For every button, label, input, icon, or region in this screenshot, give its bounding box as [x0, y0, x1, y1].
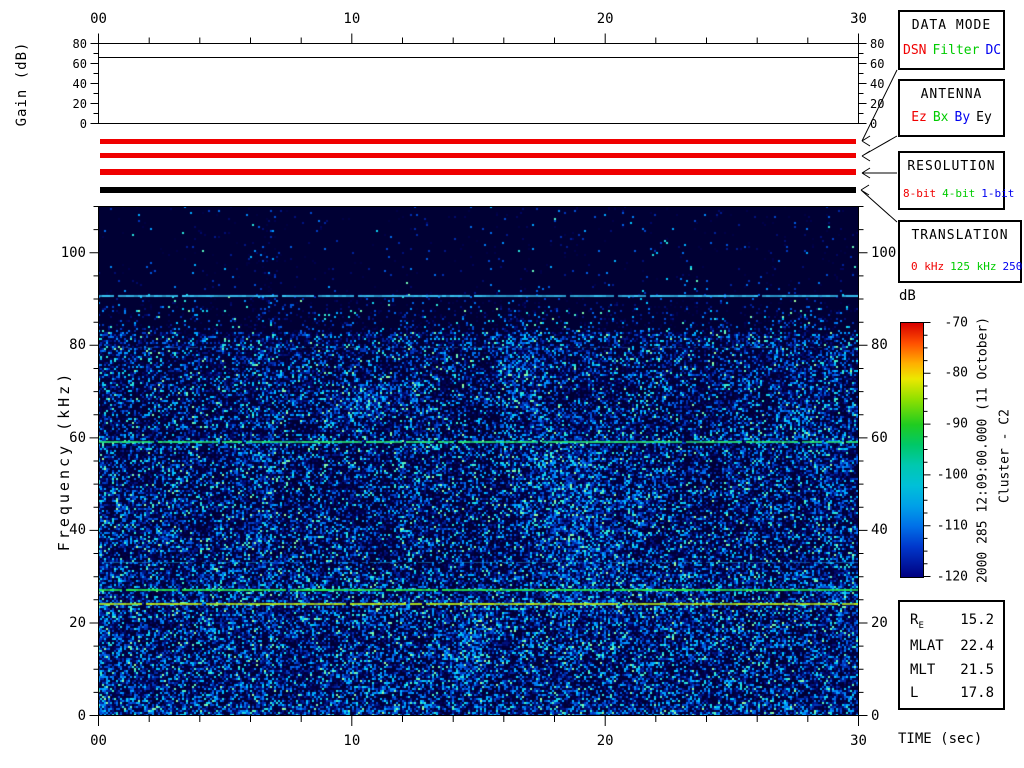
- freq-ytick-label-right: 40: [871, 522, 888, 539]
- colorbar-tick-label: -70: [944, 315, 968, 330]
- translation-status-bar: [100, 187, 856, 193]
- ephemeris-value: 17.8: [960, 685, 994, 702]
- ephemeris-row: MLAT 22.4: [900, 635, 1003, 659]
- colorbar-tick-label: -120: [936, 569, 968, 584]
- time-tick-label-bottom: 00: [90, 733, 107, 749]
- data-mode-status-bar: [100, 139, 856, 144]
- data-mode-panel: DATA MODE DSN Filter DC: [898, 10, 1005, 70]
- time-tick-label-bottom: 10: [343, 733, 361, 749]
- freq-ytick-label: 0: [77, 707, 86, 724]
- freq-ytick-label-right: 80: [871, 337, 888, 354]
- colorbar-tick-label: -100: [936, 467, 968, 483]
- panel-option: 0 kHz: [911, 260, 945, 274]
- spacecraft-label: Cluster - C2: [997, 409, 1013, 503]
- panel-option: Ez: [911, 110, 927, 126]
- panel-option: 4-bit: [942, 187, 976, 201]
- freq-ytick-label: 60: [69, 429, 86, 446]
- resolution-panel: RESOLUTION 8-bit 4-bit 1-bit: [898, 151, 1014, 210]
- antenna-panel: ANTENNA Ez Bx By Ey: [898, 79, 1005, 137]
- wbd-spectrogram-display: Gain (dB) Frequency (kHz) DATA MODE DSN F…: [0, 0, 1024, 768]
- ephemeris-box: RE 15.2 MLAT 22.4 MLT 21.5 L 17.8: [898, 600, 1005, 710]
- gain-ytick-label: 60: [72, 56, 87, 71]
- ephemeris-row: RE 15.2: [900, 609, 1003, 635]
- ephemeris-row: MLT 21.5: [900, 659, 1003, 683]
- resolution-options: 8-bit 4-bit 1-bit: [900, 187, 1014, 202]
- freq-ytick-label-right: 20: [871, 614, 888, 631]
- colorbar-unit-label: dB: [899, 288, 916, 304]
- ephemeris-label: MLT: [910, 661, 936, 678]
- panel-option: 125 kHz: [950, 260, 997, 274]
- time-tick-label-top: 30: [850, 11, 867, 27]
- freq-ytick-label-right: 0: [871, 707, 880, 724]
- antenna-status-bar: [100, 153, 856, 158]
- time-tick-label-top: 00: [90, 11, 107, 27]
- ephemeris-row: L 17.8: [900, 682, 1003, 706]
- freq-ytick-label: 20: [69, 614, 86, 631]
- panel-option: Bx: [932, 110, 949, 126]
- gain-ytick-label-right: 20: [870, 96, 885, 111]
- gain-ytick-label: 0: [79, 116, 87, 131]
- ephemeris-value: 22.4: [960, 638, 994, 655]
- gain-ytick-label: 80: [72, 36, 87, 51]
- freq-ytick-label: 40: [69, 522, 86, 539]
- colorbar-tick-label: -110: [936, 518, 968, 534]
- ephemeris-label: L: [910, 685, 919, 702]
- antenna-panel-title: ANTENNA: [920, 87, 983, 102]
- freq-ytick-label: 80: [69, 337, 86, 354]
- panel-option: 250 kHz: [1002, 260, 1023, 274]
- panel-option: 8-bit: [903, 187, 937, 201]
- time-axis-label: TIME (sec): [898, 731, 983, 747]
- data-mode-options: DSN Filter DC: [900, 42, 1003, 60]
- time-tick-label-bottom: 30: [850, 733, 867, 749]
- antenna-options: Ez Bx By Ey: [900, 109, 1003, 127]
- panel-option: DSN: [903, 43, 927, 59]
- resolution-status-bar: [100, 169, 856, 175]
- colorbar-tick-label: -90: [944, 416, 968, 432]
- gain-ytick-label-right: 60: [870, 56, 885, 71]
- gain-ytick-label: 40: [72, 76, 87, 91]
- spectrogram-canvas: [98, 206, 858, 716]
- ephemeris-value: 21.5: [960, 661, 994, 678]
- freq-ytick-label-right: 60: [871, 429, 888, 446]
- data-mode-panel-title: DATA MODE: [911, 18, 992, 33]
- panel-option: Ey: [976, 110, 992, 126]
- freq-ytick-label-right: 100: [871, 244, 897, 261]
- translation-panel: TRANSLATION 0 kHz125 kHz250 kHz500 kHz: [898, 220, 1022, 283]
- panel-option: 1-bit: [981, 187, 1015, 201]
- gain-ytick-label-right: 40: [870, 76, 885, 91]
- colorbar: [900, 322, 924, 578]
- time-tick-label-bottom: 20: [596, 733, 614, 749]
- ephemeris-label: MLAT: [910, 638, 944, 655]
- resolution-panel-title: RESOLUTION: [907, 159, 996, 174]
- time-tick-label-top: 20: [596, 11, 614, 27]
- timestamp-label: 2000 285 12:09:00.000 (11 October): [975, 316, 991, 584]
- panel-option: By: [954, 110, 971, 126]
- gain-ytick-label-right: 80: [870, 36, 885, 51]
- translation-panel-title: TRANSLATION: [911, 228, 1009, 243]
- ephemeris-label: RE: [910, 612, 924, 631]
- panel-option: DC: [985, 43, 1002, 59]
- translation-options: 0 kHz125 kHz250 kHz500 kHz: [900, 260, 1022, 275]
- ephemeris-value: 15.2: [960, 612, 994, 628]
- gain-ytick-label: 20: [72, 96, 87, 111]
- gain-axis-label: Gain (dB): [14, 41, 30, 127]
- gain-ytick-label-right: 0: [870, 116, 878, 131]
- time-tick-label-top: 10: [343, 11, 361, 27]
- freq-ytick-label: 100: [60, 244, 86, 261]
- panel-option: Filter: [932, 43, 980, 59]
- colorbar-tick-label: -80: [944, 365, 968, 381]
